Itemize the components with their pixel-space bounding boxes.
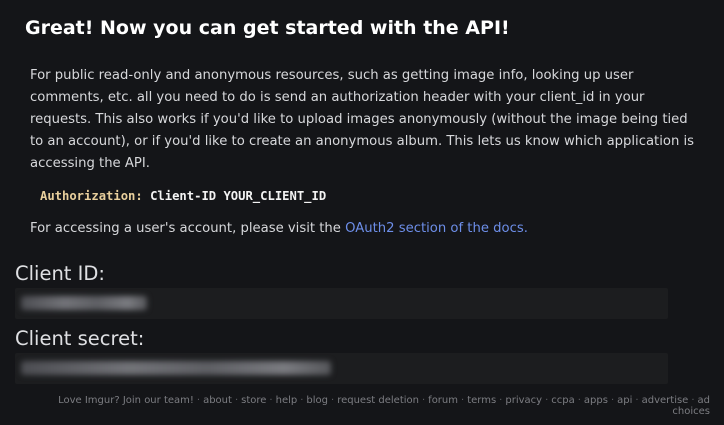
footer-link-blog[interactable]: blog — [306, 395, 328, 406]
footer-separator: · — [499, 395, 503, 406]
client-secret-redacted-value — [21, 361, 331, 375]
footer-separator: · — [577, 395, 581, 406]
footer-link-store[interactable]: store — [241, 395, 266, 406]
oauth2-docs-link[interactable]: OAuth2 section of the docs. — [345, 221, 528, 236]
oauth-prefix-text: For accessing a user's account, please v… — [30, 221, 346, 236]
footer-separator: · — [331, 395, 335, 406]
client-id-label: Client ID: — [15, 262, 105, 285]
client-id-field[interactable] — [15, 288, 668, 319]
oauth-paragraph: For accessing a user's account, please v… — [30, 218, 528, 240]
client-secret-field[interactable] — [15, 353, 668, 384]
footer-link-api[interactable]: api — [617, 395, 632, 406]
client-id-redacted-value — [21, 296, 147, 310]
authorization-header-key: Authorization: — [40, 189, 143, 203]
authorization-header-value: Client-ID YOUR_CLIENT_ID — [150, 189, 327, 203]
footer-link-advertise[interactable]: advertise — [642, 395, 689, 406]
footer-separator: · — [635, 395, 639, 406]
footer-link-forum[interactable]: forum — [428, 395, 458, 406]
footer-separator: · — [691, 395, 695, 406]
footer-links: Love Imgur? Join our team! · about · store · h… — [20, 395, 710, 417]
footer-separator: · — [300, 395, 304, 406]
footer-separator: · — [234, 395, 239, 406]
footer-separator: · — [545, 395, 549, 406]
footer-link-request-deletion[interactable]: request deletion — [337, 395, 419, 406]
client-secret-label: Client secret: — [15, 327, 145, 350]
authorization-header-example: Authorization: Client-ID YOUR_CLIENT_ID — [40, 187, 326, 205]
footer-separator: · — [196, 395, 201, 406]
footer-link-about[interactable]: about — [203, 395, 232, 406]
footer-separator: · — [421, 395, 426, 406]
footer-link-privacy[interactable]: privacy — [505, 395, 542, 406]
footer-link-ccpa[interactable]: ccpa — [551, 395, 574, 406]
footer-link-terms[interactable]: terms — [467, 395, 496, 406]
footer-link-help[interactable]: help — [276, 395, 298, 406]
footer-separator: · — [269, 395, 273, 406]
footer-link-apps[interactable]: apps — [584, 395, 608, 406]
footer-separator: · — [610, 395, 615, 406]
page-title: Great! Now you can get started with the … — [25, 17, 510, 39]
footer-link-join-team[interactable]: Love Imgur? Join our team! — [58, 395, 194, 406]
intro-paragraph: For public read-only and anonymous resou… — [30, 68, 695, 171]
footer-separator: · — [461, 395, 465, 406]
